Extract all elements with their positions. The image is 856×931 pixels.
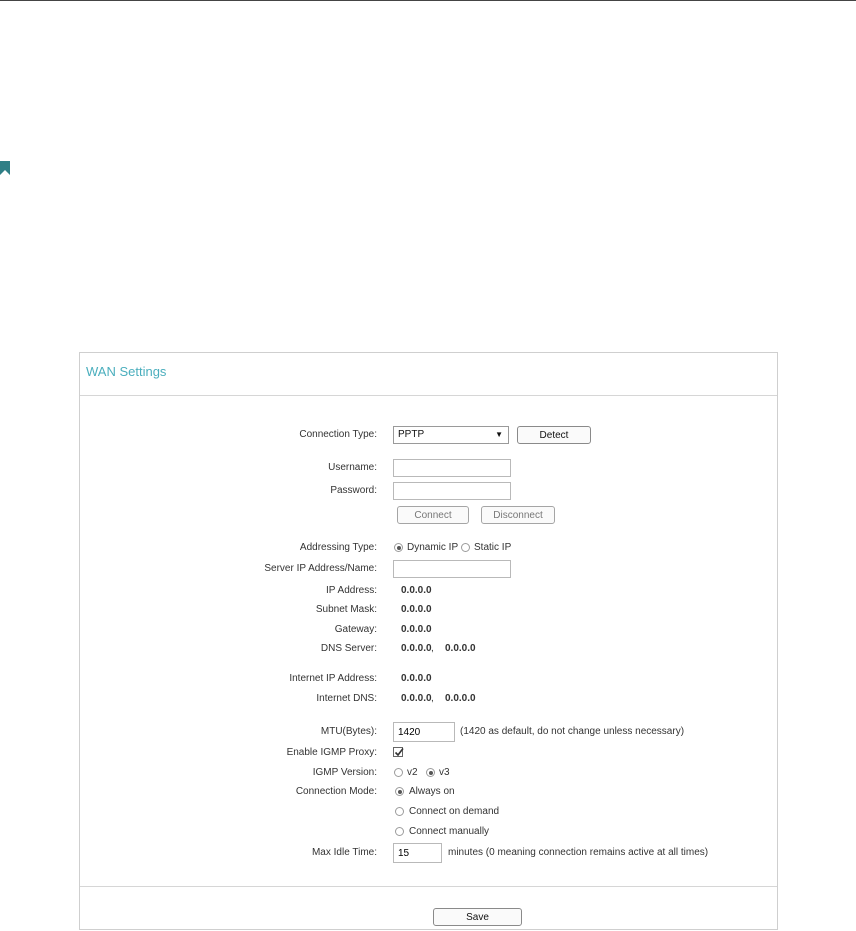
save-button[interactable]: Save (433, 908, 522, 926)
footer-divider (80, 886, 777, 887)
dns-server-label: DNS Server: (320, 643, 377, 654)
max-idle-row: Max Idle Time: minutes (0 meaning connec… (80, 843, 777, 863)
password-row: Password: (80, 481, 777, 501)
server-input[interactable] (393, 560, 511, 578)
gateway-row: Gateway: 0.0.0.0 (80, 620, 777, 640)
dns-separator: , (431, 643, 434, 654)
igmp-v2-radio[interactable] (394, 768, 403, 777)
bookmark-icon (0, 161, 10, 175)
internet-dns-primary-value: 0.0.0.0 (401, 693, 432, 704)
header-divider (80, 395, 777, 396)
connection-type-row: Connection Type: PPTP ▼ Detect (80, 425, 777, 445)
username-row: Username: (80, 458, 777, 478)
igmp-v2-label: v2 (407, 767, 418, 778)
dns-primary-value: 0.0.0.0 (401, 643, 432, 654)
addressing-type-label: Addressing Type: (299, 542, 377, 553)
always-on-label: Always on (409, 786, 455, 797)
mtu-input[interactable] (393, 722, 455, 742)
igmp-proxy-label: Enable IGMP Proxy: (286, 747, 377, 758)
detect-button[interactable]: Detect (517, 426, 591, 444)
internet-dns-separator: , (431, 693, 434, 704)
ip-address-label: IP Address: (326, 585, 377, 596)
internet-ip-label: Internet IP Address: (289, 673, 377, 684)
connect-on-demand-label: Connect on demand (409, 806, 500, 817)
internet-ip-value: 0.0.0.0 (401, 673, 432, 684)
connection-type-label: Connection Type: (299, 429, 377, 440)
igmp-version-row: IGMP Version: v2 v3 (80, 763, 777, 783)
connection-type-value: PPTP (398, 429, 425, 440)
connect-manually-label: Connect manually (409, 826, 490, 837)
connect-manually-radio[interactable] (395, 827, 404, 836)
connect-on-demand-radio[interactable] (395, 807, 404, 816)
internet-dns-secondary-value: 0.0.0.0 (445, 693, 476, 704)
connect-button[interactable]: Connect (397, 506, 469, 524)
dns-server-row: DNS Server: 0.0.0.0 , 0.0.0.0 (80, 639, 777, 659)
igmp-v3-label: v3 (439, 767, 450, 778)
internet-ip-row: Internet IP Address: 0.0.0.0 (80, 669, 777, 689)
subnet-mask-value: 0.0.0.0 (401, 604, 432, 615)
password-input[interactable] (393, 482, 511, 500)
mtu-label: MTU(Bytes): (320, 726, 377, 737)
gateway-label: Gateway: (334, 624, 377, 635)
top-rule (0, 0, 856, 1)
dns-secondary-value: 0.0.0.0 (445, 643, 476, 654)
always-on-radio[interactable] (395, 787, 404, 796)
session-buttons-row: Connect Disconnect (80, 505, 777, 525)
dynamic-ip-label: Dynamic IP (407, 542, 459, 553)
connect-on-demand-row: Connect on demand (80, 802, 777, 822)
wan-settings-panel: WAN Settings Connection Type: PPTP ▼ Det… (79, 352, 778, 930)
max-idle-label: Max Idle Time: (311, 847, 377, 858)
disconnect-button[interactable]: Disconnect (481, 506, 555, 524)
static-ip-label: Static IP (474, 542, 512, 553)
internet-dns-label: Internet DNS: (316, 693, 377, 704)
dynamic-ip-radio[interactable] (394, 543, 403, 552)
subnet-mask-row: Subnet Mask: 0.0.0.0 (80, 600, 777, 620)
igmp-proxy-row: Enable IGMP Proxy: (80, 743, 777, 763)
panel-title: WAN Settings (86, 364, 167, 379)
connect-manually-row: Connect manually (80, 822, 777, 842)
server-label: Server IP Address/Name: (264, 563, 377, 574)
connection-type-select[interactable]: PPTP ▼ (393, 426, 509, 444)
mtu-note: (1420 as default, do not change unless n… (460, 726, 685, 737)
username-label: Username: (328, 462, 377, 473)
checkmark-icon (394, 748, 404, 757)
static-ip-radio[interactable] (461, 543, 470, 552)
addressing-type-row: Addressing Type: Dynamic IP Static IP (80, 538, 777, 558)
ip-address-row: IP Address: 0.0.0.0 (80, 581, 777, 601)
footer-row: Save (80, 907, 777, 927)
igmp-v3-radio[interactable] (426, 768, 435, 777)
ip-address-value: 0.0.0.0 (401, 585, 432, 596)
connection-mode-row: Connection Mode: Always on (80, 782, 777, 802)
igmp-version-label: IGMP Version: (312, 767, 377, 778)
igmp-proxy-checkbox[interactable] (393, 747, 404, 757)
password-label: Password: (330, 485, 377, 496)
mtu-row: MTU(Bytes): (1420 as default, do not cha… (80, 722, 777, 742)
gateway-value: 0.0.0.0 (401, 624, 432, 635)
username-input[interactable] (393, 459, 511, 477)
max-idle-input[interactable] (393, 843, 442, 863)
internet-dns-row: Internet DNS: 0.0.0.0 , 0.0.0.0 (80, 689, 777, 709)
dropdown-caret-icon: ▼ (495, 430, 503, 439)
subnet-mask-label: Subnet Mask: (315, 604, 377, 615)
connection-mode-label: Connection Mode: (295, 786, 377, 797)
server-row: Server IP Address/Name: (80, 559, 777, 579)
max-idle-note: minutes (0 meaning connection remains ac… (448, 847, 709, 858)
